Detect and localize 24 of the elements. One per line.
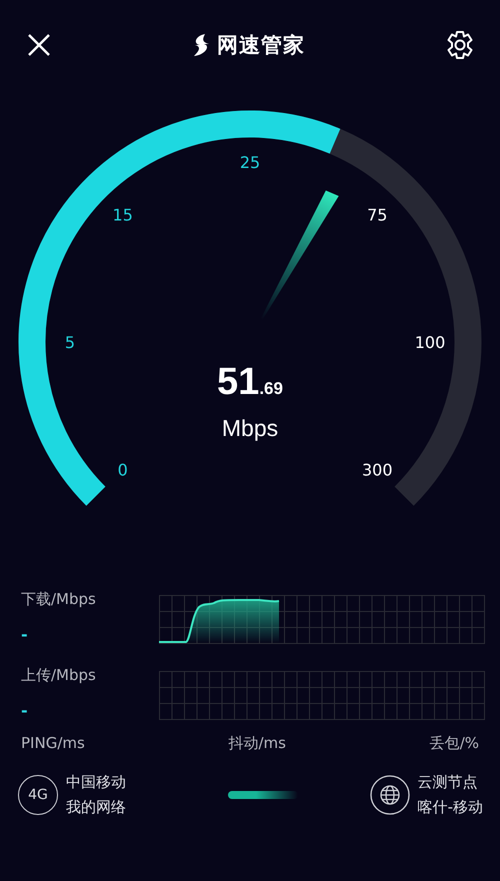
metric-value: - — [21, 701, 29, 720]
scale-label: 25 — [240, 153, 260, 172]
speed-unit: Mbps — [222, 415, 278, 442]
stat-label: 抖动/ms — [228, 734, 286, 753]
metric-label: 下载/Mbps — [21, 590, 96, 609]
metric-value: - — [21, 625, 29, 644]
network-label: 我的网络 — [66, 798, 126, 817]
scale-label: 300 — [362, 460, 393, 480]
node-location: 喀什-移动 — [418, 798, 483, 817]
node-title: 云测节点 — [418, 773, 479, 792]
scale-label: 5 — [64, 333, 76, 352]
scale-label: 0 — [118, 460, 128, 480]
metric-label: 上传/Mbps — [21, 666, 96, 685]
scale-label: 15 — [112, 206, 133, 225]
network-badge: 4G — [18, 775, 58, 815]
progress-indicator — [228, 791, 298, 799]
stat-label: PING/ms — [21, 734, 85, 753]
close-icon[interactable] — [26, 32, 52, 58]
scale-label: 100 — [414, 333, 446, 352]
scale-label: 75 — [367, 206, 388, 225]
globe-icon — [370, 775, 410, 815]
carrier-name: 中国移动 — [66, 773, 126, 792]
app-title: 网速管家 — [217, 32, 305, 59]
stat-label: 丢包/% — [430, 734, 479, 753]
